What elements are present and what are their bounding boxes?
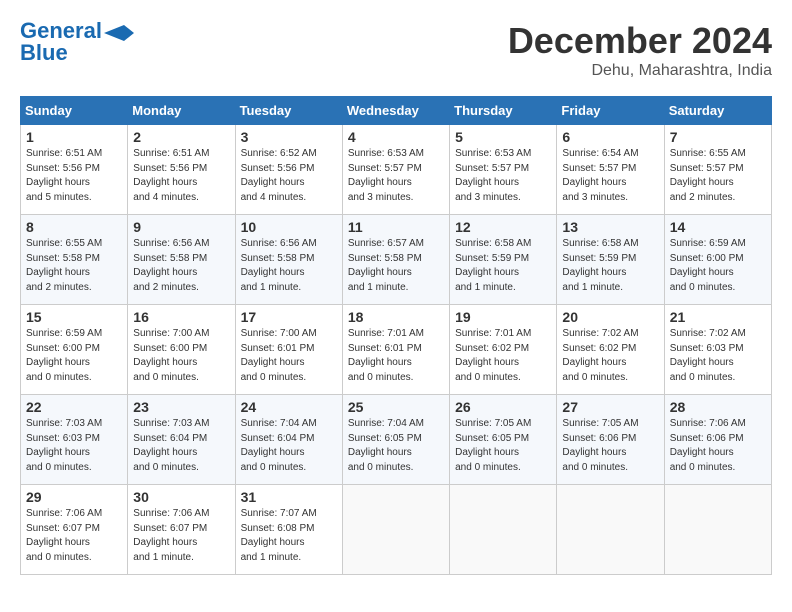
table-row: 29 Sunrise: 7:06 AMSunset: 6:07 PMDaylig… (21, 485, 128, 575)
col-sunday: Sunday (21, 97, 128, 125)
table-row: 26 Sunrise: 7:05 AMSunset: 6:05 PMDaylig… (450, 395, 557, 485)
calendar-week-row: 1 Sunrise: 6:51 AMSunset: 5:56 PMDayligh… (21, 125, 772, 215)
table-row: 4 Sunrise: 6:53 AMSunset: 5:57 PMDayligh… (342, 125, 449, 215)
table-row: 7 Sunrise: 6:55 AMSunset: 5:57 PMDayligh… (664, 125, 771, 215)
table-row (557, 485, 664, 575)
table-row: 17 Sunrise: 7:00 AMSunset: 6:01 PMDaylig… (235, 305, 342, 395)
table-row: 21 Sunrise: 7:02 AMSunset: 6:03 PMDaylig… (664, 305, 771, 395)
calendar-header-row: Sunday Monday Tuesday Wednesday Thursday… (21, 97, 772, 125)
table-row: 16 Sunrise: 7:00 AMSunset: 6:00 PMDaylig… (128, 305, 235, 395)
table-row: 18 Sunrise: 7:01 AMSunset: 6:01 PMDaylig… (342, 305, 449, 395)
table-row: 22 Sunrise: 7:03 AMSunset: 6:03 PMDaylig… (21, 395, 128, 485)
table-row: 14 Sunrise: 6:59 AMSunset: 6:00 PMDaylig… (664, 215, 771, 305)
location: Dehu, Maharashtra, India (508, 62, 772, 80)
table-row: 28 Sunrise: 7:06 AMSunset: 6:06 PMDaylig… (664, 395, 771, 485)
calendar-body: 1 Sunrise: 6:51 AMSunset: 5:56 PMDayligh… (21, 125, 772, 575)
calendar-week-row: 29 Sunrise: 7:06 AMSunset: 6:07 PMDaylig… (21, 485, 772, 575)
table-row: 27 Sunrise: 7:05 AMSunset: 6:06 PMDaylig… (557, 395, 664, 485)
col-thursday: Thursday (450, 97, 557, 125)
table-row: 20 Sunrise: 7:02 AMSunset: 6:02 PMDaylig… (557, 305, 664, 395)
table-row: 25 Sunrise: 7:04 AMSunset: 6:05 PMDaylig… (342, 395, 449, 485)
table-row: 30 Sunrise: 7:06 AMSunset: 6:07 PMDaylig… (128, 485, 235, 575)
table-row: 24 Sunrise: 7:04 AMSunset: 6:04 PMDaylig… (235, 395, 342, 485)
table-row: 11 Sunrise: 6:57 AMSunset: 5:58 PMDaylig… (342, 215, 449, 305)
calendar-week-row: 8 Sunrise: 6:55 AMSunset: 5:58 PMDayligh… (21, 215, 772, 305)
table-row: 13 Sunrise: 6:58 AMSunset: 5:59 PMDaylig… (557, 215, 664, 305)
title-area: December 2024 Dehu, Maharashtra, India (508, 20, 772, 80)
table-row (342, 485, 449, 575)
calendar-week-row: 22 Sunrise: 7:03 AMSunset: 6:03 PMDaylig… (21, 395, 772, 485)
logo-icon (104, 25, 134, 41)
table-row: 8 Sunrise: 6:55 AMSunset: 5:58 PMDayligh… (21, 215, 128, 305)
col-saturday: Saturday (664, 97, 771, 125)
calendar-week-row: 15 Sunrise: 6:59 AMSunset: 6:00 PMDaylig… (21, 305, 772, 395)
table-row: 10 Sunrise: 6:56 AMSunset: 5:58 PMDaylig… (235, 215, 342, 305)
logo-text: GeneralBlue (20, 20, 102, 64)
table-row (450, 485, 557, 575)
col-wednesday: Wednesday (342, 97, 449, 125)
table-row: 6 Sunrise: 6:54 AMSunset: 5:57 PMDayligh… (557, 125, 664, 215)
table-row: 9 Sunrise: 6:56 AMSunset: 5:58 PMDayligh… (128, 215, 235, 305)
table-row: 23 Sunrise: 7:03 AMSunset: 6:04 PMDaylig… (128, 395, 235, 485)
table-row: 12 Sunrise: 6:58 AMSunset: 5:59 PMDaylig… (450, 215, 557, 305)
table-row: 31 Sunrise: 7:07 AMSunset: 6:08 PMDaylig… (235, 485, 342, 575)
page-header: GeneralBlue December 2024 Dehu, Maharash… (20, 20, 772, 80)
col-friday: Friday (557, 97, 664, 125)
table-row: 2 Sunrise: 6:51 AMSunset: 5:56 PMDayligh… (128, 125, 235, 215)
table-row: 5 Sunrise: 6:53 AMSunset: 5:57 PMDayligh… (450, 125, 557, 215)
table-row: 15 Sunrise: 6:59 AMSunset: 6:00 PMDaylig… (21, 305, 128, 395)
table-row (664, 485, 771, 575)
table-row: 19 Sunrise: 7:01 AMSunset: 6:02 PMDaylig… (450, 305, 557, 395)
calendar-table: Sunday Monday Tuesday Wednesday Thursday… (20, 96, 772, 575)
col-monday: Monday (128, 97, 235, 125)
table-row: 1 Sunrise: 6:51 AMSunset: 5:56 PMDayligh… (21, 125, 128, 215)
table-row: 3 Sunrise: 6:52 AMSunset: 5:56 PMDayligh… (235, 125, 342, 215)
col-tuesday: Tuesday (235, 97, 342, 125)
month-title: December 2024 (508, 20, 772, 62)
logo: GeneralBlue (20, 20, 134, 64)
